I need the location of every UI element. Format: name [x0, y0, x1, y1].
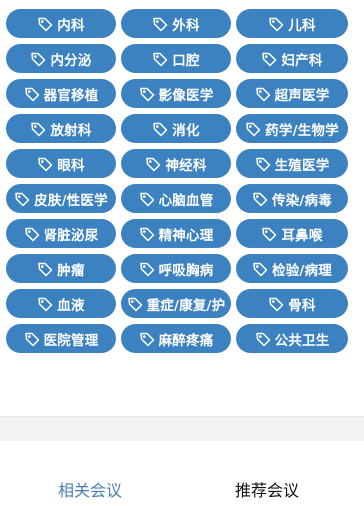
category-tag[interactable]: 口腔 — [121, 44, 231, 73]
category-tag-label: 肾脏泌尿 — [43, 227, 99, 244]
category-tag-label: 传染/病毒 — [272, 192, 332, 209]
category-tag[interactable]: 公共卫生 — [236, 324, 348, 353]
tag-icon — [37, 261, 53, 277]
category-tag-label: 放射科 — [50, 122, 92, 139]
category-tag-label: 眼科 — [57, 157, 85, 174]
meeting-tabs: 相关会议 推荐会议 — [0, 441, 364, 506]
category-tag-label: 医院管理 — [43, 332, 99, 349]
tag-icon — [37, 296, 53, 312]
category-tag[interactable]: 神经科 — [121, 149, 231, 178]
tag-icon — [261, 226, 277, 242]
category-tag-label: 精神心理 — [158, 227, 214, 244]
category-grid: 内科 外科 儿科内分泌 口腔 妇产科器官移植 影像医学 超声医学放射科 消化 药学/生物学眼科 神… — [6, 9, 349, 353]
category-tag-label: 肿瘤 — [57, 262, 85, 279]
tag-icon — [255, 86, 271, 102]
tag-icon — [255, 331, 271, 347]
category-tag[interactable]: 呼吸胸病 — [121, 254, 231, 283]
category-tag-label: 重症/康复/护 — [146, 297, 226, 314]
category-tag-label: 妇产科 — [281, 52, 323, 69]
category-tag-label: 影像医学 — [158, 87, 214, 104]
category-tag[interactable]: 内分泌 — [6, 44, 116, 73]
category-tag[interactable]: 超声医学 — [236, 79, 348, 108]
tag-icon — [152, 121, 168, 137]
category-tag[interactable]: 儿科 — [236, 9, 348, 38]
category-tag-label: 皮肤/性医学 — [34, 192, 108, 209]
category-tag[interactable]: 器官移植 — [6, 79, 116, 108]
category-tag[interactable]: 肿瘤 — [6, 254, 116, 283]
tag-icon — [37, 16, 53, 32]
category-tag-label: 内分泌 — [50, 52, 92, 69]
tag-icon — [261, 51, 277, 67]
category-tag-label: 内科 — [57, 17, 85, 34]
category-tag[interactable]: 影像医学 — [121, 79, 231, 108]
category-tag-label: 检验/病理 — [272, 262, 332, 279]
category-tag[interactable]: 妇产科 — [236, 44, 348, 73]
tag-icon — [139, 86, 155, 102]
category-tag-label: 公共卫生 — [274, 332, 330, 349]
category-tag[interactable]: 放射科 — [6, 114, 116, 143]
category-tag[interactable]: 外科 — [121, 9, 231, 38]
category-tag-label: 呼吸胸病 — [158, 262, 214, 279]
category-tag-label: 外科 — [172, 17, 200, 34]
category-tag-label: 麻醉疼痛 — [158, 332, 214, 349]
category-tag-label: 器官移植 — [43, 87, 99, 104]
category-tag-label: 生殖医学 — [274, 157, 330, 174]
category-tag-label: 超声医学 — [274, 87, 330, 104]
tag-icon — [139, 191, 155, 207]
category-tag-label: 骨科 — [288, 297, 316, 314]
category-tag-label: 儿科 — [288, 17, 316, 34]
category-tag[interactable]: 骨科 — [236, 289, 348, 318]
tag-icon — [252, 261, 268, 277]
tag-icon — [24, 331, 40, 347]
category-tag[interactable]: 消化 — [121, 114, 231, 143]
category-tag-label: 消化 — [172, 122, 200, 139]
tag-icon — [152, 16, 168, 32]
tag-icon — [268, 16, 284, 32]
category-tag-label: 口腔 — [172, 52, 200, 69]
tag-icon — [252, 191, 268, 207]
tag-icon — [127, 296, 143, 312]
category-tag-label: 心脑血管 — [158, 192, 214, 209]
tag-icon — [268, 296, 284, 312]
category-tag[interactable]: 检验/病理 — [236, 254, 348, 283]
tag-icon — [139, 261, 155, 277]
tag-icon — [37, 156, 53, 172]
category-tag-label: 耳鼻喉 — [281, 227, 323, 244]
category-tag[interactable]: 生殖医学 — [236, 149, 348, 178]
tag-icon — [139, 226, 155, 242]
category-tag-label: 药学/生物学 — [265, 122, 339, 139]
tab-recommended-meetings[interactable]: 推荐会议 — [235, 477, 299, 501]
category-tag[interactable]: 传染/病毒 — [236, 184, 348, 213]
category-tag-label: 神经科 — [165, 157, 207, 174]
category-tag-label: 血液 — [57, 297, 85, 314]
tag-icon — [14, 191, 30, 207]
tag-icon — [24, 226, 40, 242]
category-tag[interactable]: 皮肤/性医学 — [6, 184, 116, 213]
section-divider — [0, 416, 364, 442]
category-tag[interactable]: 眼科 — [6, 149, 116, 178]
tag-icon — [30, 121, 46, 137]
category-tag[interactable]: 耳鼻喉 — [236, 219, 348, 248]
category-tag[interactable]: 血液 — [6, 289, 116, 318]
tag-icon — [24, 86, 40, 102]
tag-icon — [152, 51, 168, 67]
category-tag[interactable]: 精神心理 — [121, 219, 231, 248]
tag-icon — [30, 51, 46, 67]
tag-icon — [245, 121, 261, 137]
tag-icon — [145, 156, 161, 172]
category-tag[interactable]: 麻醉疼痛 — [121, 324, 231, 353]
tag-icon — [255, 156, 271, 172]
category-tag[interactable]: 重症/康复/护 — [121, 289, 231, 318]
category-tag[interactable]: 心脑血管 — [121, 184, 231, 213]
tag-icon — [139, 331, 155, 347]
category-tag[interactable]: 内科 — [6, 9, 116, 38]
category-tag[interactable]: 药学/生物学 — [236, 114, 348, 143]
category-tag[interactable]: 肾脏泌尿 — [6, 219, 116, 248]
category-tag[interactable]: 医院管理 — [6, 324, 116, 353]
tab-related-meetings[interactable]: 相关会议 — [58, 477, 122, 501]
